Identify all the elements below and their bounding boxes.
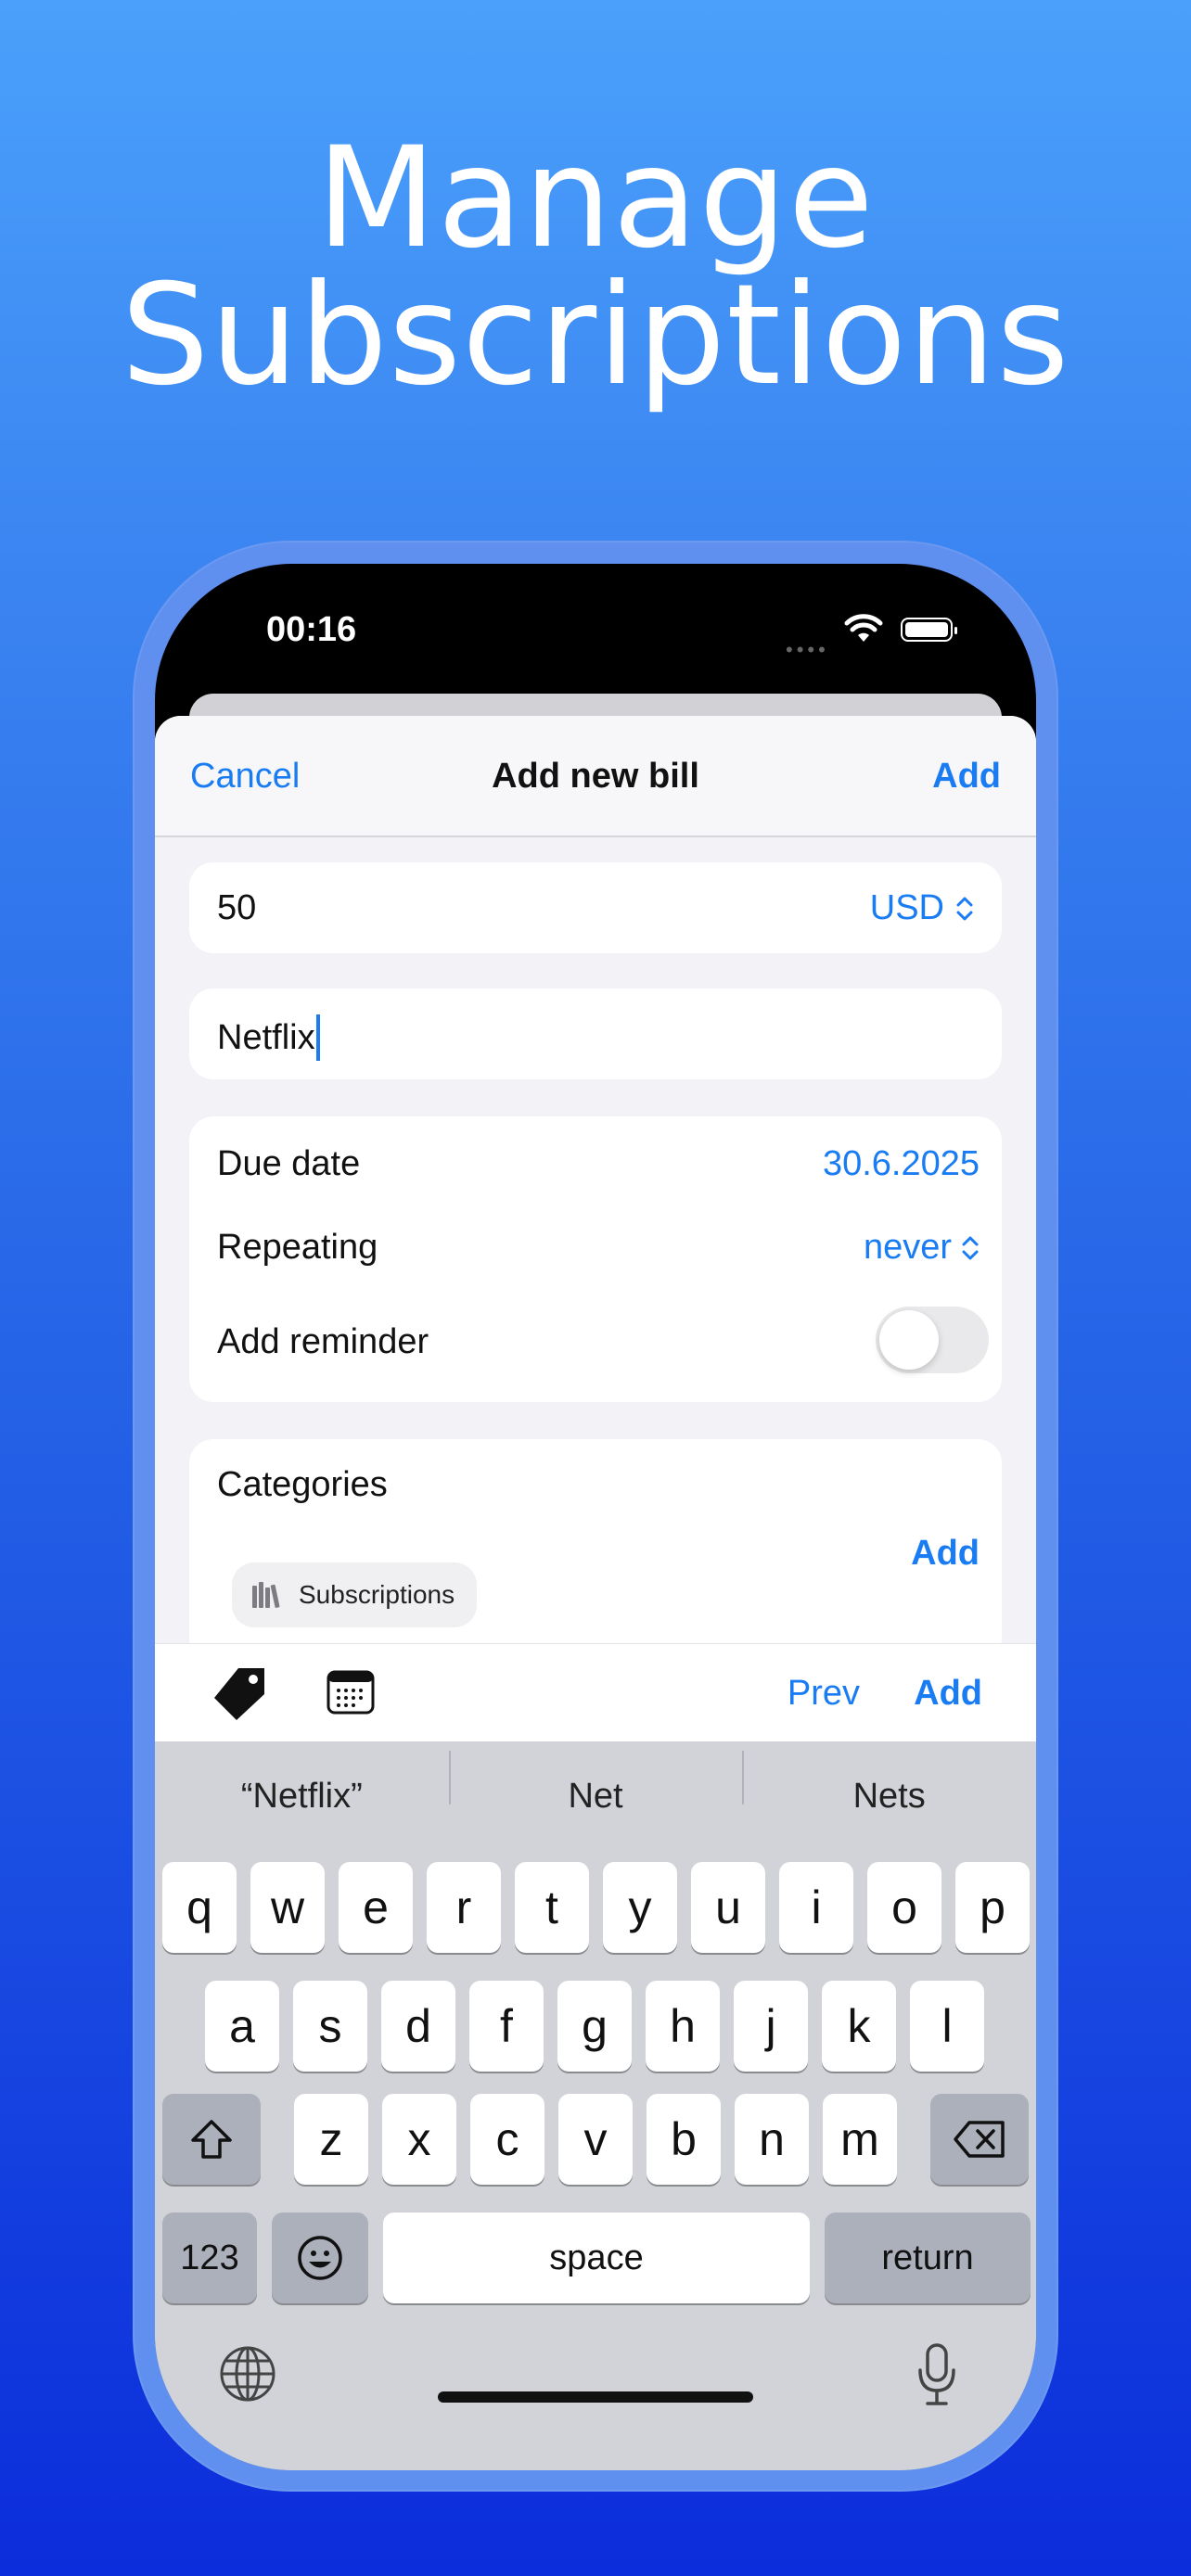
phone-screen: 00:16 •••• Cancel Add new bill Add 50 US… <box>155 564 1036 2470</box>
key-j[interactable]: j <box>734 1981 808 2072</box>
text-cursor <box>315 1014 320 1061</box>
suggestion-2[interactable]: Net <box>448 1750 743 1817</box>
suggestion-3[interactable]: Nets <box>742 1750 1036 1817</box>
key-w[interactable]: w <box>250 1862 325 1953</box>
battery-icon <box>901 618 957 642</box>
return-key[interactable]: return <box>825 2213 1031 2303</box>
bill-name-value: Netflix <box>217 1017 315 1057</box>
key-p[interactable]: p <box>955 1862 1030 1953</box>
reminder-label: Add reminder <box>217 1322 429 1361</box>
key-i[interactable]: i <box>779 1862 853 1953</box>
toggle-knob <box>879 1310 939 1370</box>
backspace-icon <box>954 2121 1005 2158</box>
reminder-toggle[interactable] <box>876 1307 989 1373</box>
amount-value: 50 <box>217 888 257 927</box>
cancel-button[interactable]: Cancel <box>190 757 300 797</box>
key-a[interactable]: a <box>205 1981 279 2072</box>
category-chip-label: Subscriptions <box>299 1580 455 1609</box>
headline: Manage Subscriptions <box>0 118 1191 416</box>
key-q[interactable]: q <box>162 1862 237 1953</box>
key-o[interactable]: o <box>867 1862 941 1953</box>
key-s[interactable]: s <box>293 1981 367 2072</box>
status-time: 00:16 <box>266 610 357 649</box>
add-button[interactable]: Add <box>932 757 1001 797</box>
calendar-icon[interactable] <box>326 1668 376 1716</box>
key-c[interactable]: c <box>470 2094 544 2185</box>
add-category-button[interactable]: Add <box>911 1534 980 1574</box>
key-l[interactable]: l <box>910 1981 984 2072</box>
keyboard-accessory-bar: Prev Add <box>155 1643 1036 1741</box>
currency-picker[interactable]: USD <box>870 888 974 928</box>
microphone-icon[interactable] <box>916 2342 958 2407</box>
key-z[interactable]: z <box>294 2094 368 2185</box>
key-h[interactable]: h <box>646 1981 720 2072</box>
tag-icon[interactable] <box>211 1664 270 1724</box>
key-k[interactable]: k <box>822 1981 896 2072</box>
emoji-icon <box>298 2236 342 2280</box>
prev-button[interactable]: Prev <box>788 1674 860 1714</box>
bill-name-text-wrap: Netflix <box>217 1014 320 1061</box>
suggestion-1[interactable]: “Netflix” <box>155 1777 449 1817</box>
emoji-key[interactable] <box>272 2213 368 2303</box>
key-n[interactable]: n <box>735 2094 809 2185</box>
accessory-add-button[interactable]: Add <box>914 1674 982 1714</box>
key-b[interactable]: b <box>647 2094 721 2185</box>
amount-field[interactable]: 50 USD <box>189 862 1002 953</box>
key-t[interactable]: t <box>515 1862 589 1953</box>
key-v[interactable]: v <box>558 2094 633 2185</box>
currency-value: USD <box>869 888 944 927</box>
bill-name-field[interactable]: Netflix <box>189 988 1002 1079</box>
space-key[interactable]: space <box>383 2213 810 2303</box>
key-u[interactable]: u <box>691 1862 765 1953</box>
categories-group: Categories Add Subscriptions <box>189 1439 1002 1662</box>
key-e[interactable]: e <box>339 1862 413 1953</box>
nav-bar: Cancel Add new bill Add <box>155 716 1036 837</box>
repeating-picker[interactable]: never <box>864 1228 980 1268</box>
due-date-value[interactable]: 30.6.2025 <box>823 1144 980 1184</box>
signal-icon: •••• <box>786 638 829 661</box>
home-indicator <box>438 2391 753 2403</box>
category-chip[interactable]: Subscriptions <box>232 1562 478 1627</box>
details-group: Due date 30.6.2025 Repeating never Add r… <box>189 1116 1002 1402</box>
key-m[interactable]: m <box>823 2094 897 2185</box>
headline-line-1: Manage <box>316 118 875 279</box>
books-icon <box>252 1582 280 1608</box>
repeating-label: Repeating <box>217 1228 378 1267</box>
globe-icon[interactable] <box>218 2344 277 2404</box>
shift-key[interactable] <box>162 2094 261 2185</box>
numbers-key[interactable]: 123 <box>162 2213 257 2303</box>
headline-line-2: Subscriptions <box>121 255 1070 416</box>
due-date-label: Due date <box>217 1144 361 1183</box>
key-x[interactable]: x <box>382 2094 456 2185</box>
shift-icon <box>191 2120 232 2159</box>
chevron-up-down-icon <box>962 1236 979 1259</box>
key-y[interactable]: y <box>603 1862 677 1953</box>
key-f[interactable]: f <box>469 1981 544 2072</box>
key-g[interactable]: g <box>557 1981 632 2072</box>
key-d[interactable]: d <box>381 1981 455 2072</box>
repeating-value: never <box>863 1228 952 1267</box>
keyboard: “Netflix” Net Nets qwertyuiop asdfghjkl zx… <box>155 1741 1036 2470</box>
key-r[interactable]: r <box>427 1862 501 1953</box>
categories-title: Categories <box>217 1465 388 1504</box>
delete-key[interactable] <box>930 2094 1029 2185</box>
wifi-icon <box>844 614 883 642</box>
chevron-up-down-icon <box>956 897 973 920</box>
suggestion-bar: “Netflix” Net Nets <box>155 1741 1036 1851</box>
